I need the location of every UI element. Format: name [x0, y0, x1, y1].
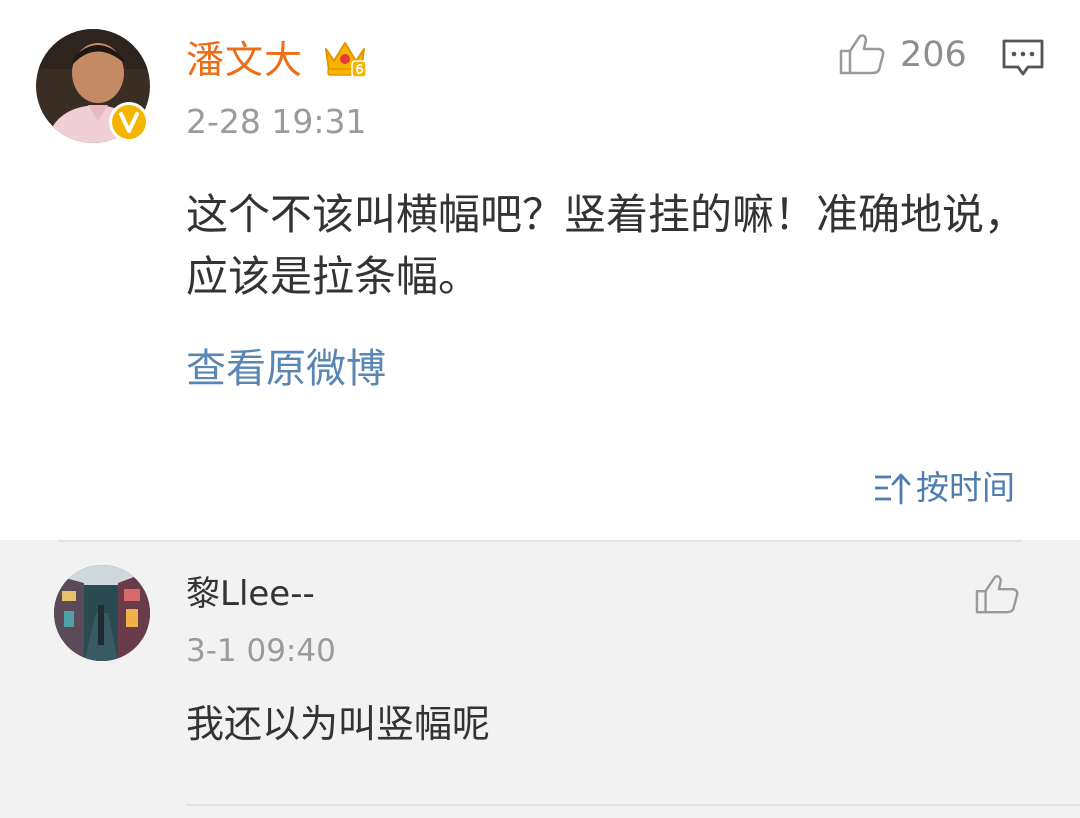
verified-badge-icon: [109, 102, 149, 142]
comment-timestamp: 3-1 09:40: [186, 633, 336, 669]
thumbs-up-icon[interactable]: [974, 573, 1020, 615]
comment-text: 这个不该叫横幅吧？竖着挂的嘛！准确地说，应该是拉条幅。: [186, 190, 1027, 301]
divider: [186, 804, 1080, 806]
crown-member-icon: [325, 42, 367, 78]
avatar[interactable]: [54, 565, 150, 661]
view-original-link[interactable]: 查看原微博: [186, 342, 386, 396]
like-count: 206: [900, 35, 967, 75]
sort-label: 按时间: [916, 468, 1015, 507]
comment-page: 潘文大 2-28 19:31 206 这个不该叫横幅吧？竖着挂的嘛！准确地说，应…: [0, 0, 1080, 818]
comment-timestamp: 2-28 19:31: [186, 102, 367, 141]
divider: [58, 540, 1022, 542]
comment-icon[interactable]: [1001, 38, 1045, 78]
reply-item: 黎Llee-- 3-1 09:40 我还以为叫竖幅呢: [0, 540, 1080, 818]
main-comment: 潘文大 2-28 19:31 206 这个不该叫横幅吧？竖着挂的嘛！准确地说，应…: [0, 0, 1080, 540]
sort-icon: [875, 473, 911, 505]
username[interactable]: 黎Llee--: [186, 570, 315, 618]
sort-toggle[interactable]: 按时间: [872, 465, 1015, 511]
username[interactable]: 潘文大: [186, 34, 303, 86]
comment-text: 我还以为叫竖幅呢: [186, 702, 491, 746]
thumbs-up-icon[interactable]: [838, 32, 886, 76]
